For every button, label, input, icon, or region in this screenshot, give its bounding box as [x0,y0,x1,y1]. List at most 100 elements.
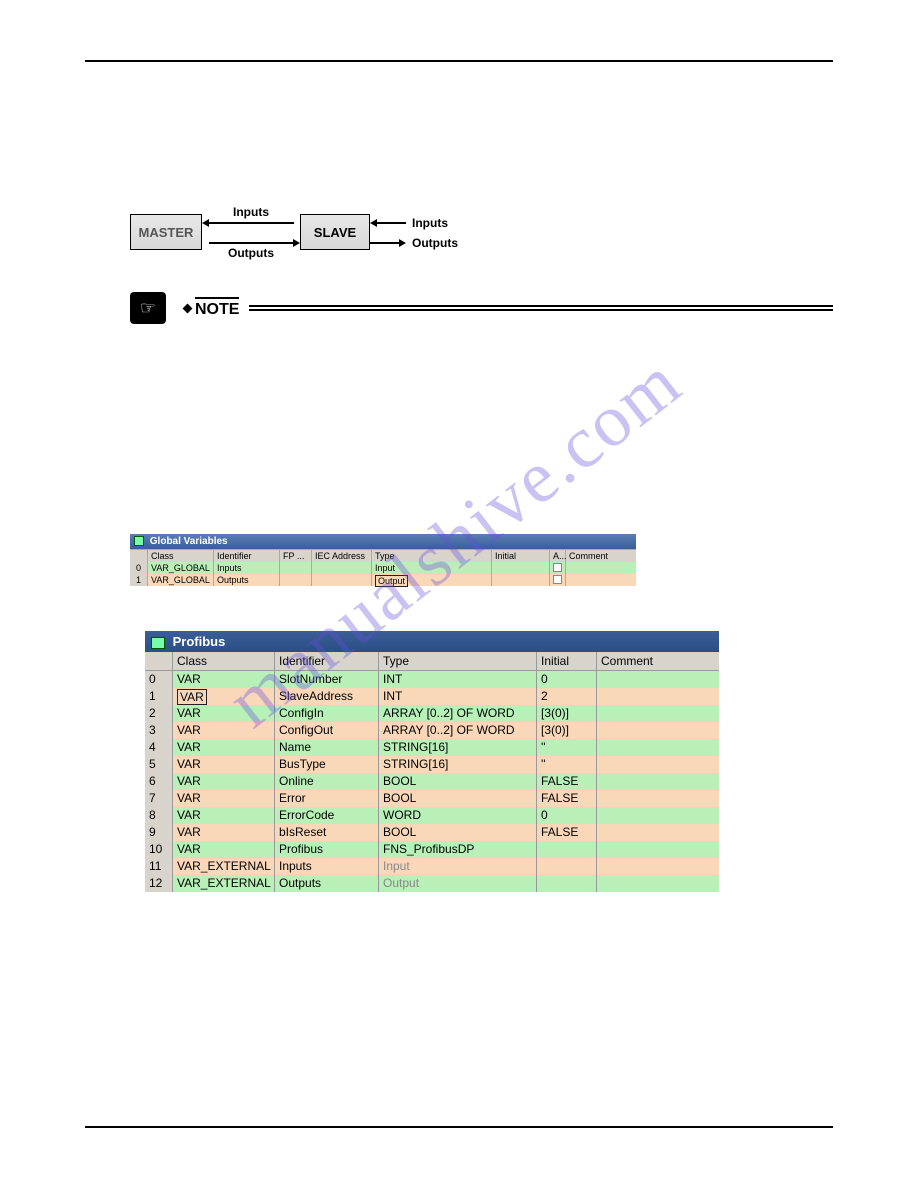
cell-identifier[interactable]: Inputs [214,562,280,574]
table-row[interactable]: 11VAR_EXTERNALInputsInput [145,858,719,875]
cell-comment[interactable] [597,739,719,756]
cell-comment[interactable] [597,756,719,773]
gv-header-class[interactable]: Class [148,550,214,562]
cell-type[interactable]: Input [372,562,492,574]
cell-class[interactable]: VAR [173,790,275,807]
table-row[interactable]: 7VARErrorBOOLFALSE [145,790,719,807]
cell-comment[interactable] [597,688,719,705]
checkbox-icon[interactable] [553,575,562,584]
cell-class[interactable]: VAR [173,739,275,756]
cell-class[interactable]: VAR [173,688,275,705]
cell-identifier[interactable]: ConfigIn [275,705,379,722]
table-row[interactable]: 3VARConfigOutARRAY [0..2] OF WORD[3(0)] [145,722,719,739]
cell-iec[interactable] [312,562,372,574]
cell-checkbox[interactable] [550,562,566,574]
cell-iec[interactable] [312,574,372,586]
table-row[interactable]: 0VARSlotNumberINT0 [145,671,719,688]
cell-type[interactable]: Input [379,858,537,875]
table-row[interactable]: 10VARProfibusFNS_ProfibusDP [145,841,719,858]
table-row[interactable]: 9VARbIsResetBOOLFALSE [145,824,719,841]
cell-class[interactable]: VAR [173,722,275,739]
table-row[interactable]: 8VARErrorCodeWORD0 [145,807,719,824]
cell-type[interactable]: BOOL [379,790,537,807]
gv-header-fp[interactable]: FP ... [280,550,312,562]
cell-identifier[interactable]: SlaveAddress [275,688,379,705]
cell-type[interactable]: BOOL [379,824,537,841]
cell-initial[interactable]: '' [537,739,597,756]
cell-class[interactable]: VAR_GLOBAL [148,562,214,574]
cell-initial[interactable] [537,841,597,858]
cell-type[interactable]: Output [372,574,492,586]
checkbox-icon[interactable] [553,563,562,572]
cell-identifier[interactable]: bIsReset [275,824,379,841]
table-row[interactable]: 1VARSlaveAddressINT2 [145,688,719,705]
cell-identifier[interactable]: SlotNumber [275,671,379,688]
table-row[interactable]: 5VARBusTypeSTRING[16]'' [145,756,719,773]
table-row[interactable]: 4VARNameSTRING[16]'' [145,739,719,756]
cell-comment[interactable] [597,671,719,688]
cell-class[interactable]: VAR [173,841,275,858]
cell-initial[interactable] [492,574,550,586]
cell-identifier[interactable]: Outputs [275,875,379,892]
cell-identifier[interactable]: ErrorCode [275,807,379,824]
cell-initial[interactable] [492,562,550,574]
cell-identifier[interactable]: Error [275,790,379,807]
cell-initial[interactable]: [3(0)] [537,722,597,739]
cell-initial[interactable]: 0 [537,671,597,688]
cell-type[interactable]: ARRAY [0..2] OF WORD [379,722,537,739]
cell-class[interactable]: VAR [173,756,275,773]
cell-class[interactable]: VAR_GLOBAL [148,574,214,586]
cell-initial[interactable]: [3(0)] [537,705,597,722]
pf-header-initial[interactable]: Initial [537,652,597,671]
cell-type[interactable]: BOOL [379,773,537,790]
cell-class[interactable]: VAR [173,705,275,722]
cell-comment[interactable] [597,858,719,875]
pf-header-class[interactable]: Class [173,652,275,671]
cell-comment[interactable] [566,574,636,586]
cell-class[interactable]: VAR_EXTERNAL [173,875,275,892]
cell-class[interactable]: VAR [173,773,275,790]
cell-initial[interactable]: FALSE [537,773,597,790]
cell-comment[interactable] [597,841,719,858]
table-row[interactable]: 6VAROnlineBOOLFALSE [145,773,719,790]
cell-fp[interactable] [280,562,312,574]
cell-comment[interactable] [597,790,719,807]
cell-comment[interactable] [566,562,636,574]
cell-identifier[interactable]: Online [275,773,379,790]
gv-header-initial[interactable]: Initial [492,550,550,562]
pf-header-identifier[interactable]: Identifier [275,652,379,671]
cell-identifier[interactable]: Inputs [275,858,379,875]
cell-initial[interactable]: 2 [537,688,597,705]
cell-class[interactable]: VAR_EXTERNAL [173,858,275,875]
cell-comment[interactable] [597,875,719,892]
cell-type[interactable]: INT [379,671,537,688]
cell-class[interactable]: VAR [173,671,275,688]
cell-type[interactable]: STRING[16] [379,756,537,773]
cell-type[interactable]: WORD [379,807,537,824]
cell-type[interactable]: ARRAY [0..2] OF WORD [379,705,537,722]
cell-comment[interactable] [597,824,719,841]
pf-header-comment[interactable]: Comment [597,652,719,671]
cell-identifier[interactable]: BusType [275,756,379,773]
cell-initial[interactable]: FALSE [537,824,597,841]
table-row[interactable]: 0VAR_GLOBALInputsInput [130,562,636,574]
cell-fp[interactable] [280,574,312,586]
gv-header-a[interactable]: A... [550,550,566,562]
cell-initial[interactable]: 0 [537,807,597,824]
cell-identifier[interactable]: Profibus [275,841,379,858]
gv-header-iec[interactable]: IEC Address [312,550,372,562]
cell-comment[interactable] [597,807,719,824]
cell-identifier[interactable]: Outputs [214,574,280,586]
cell-identifier[interactable]: Name [275,739,379,756]
gv-header-comment[interactable]: Comment [566,550,636,562]
cell-class[interactable]: VAR [173,807,275,824]
cell-comment[interactable] [597,773,719,790]
cell-comment[interactable] [597,705,719,722]
cell-type[interactable]: FNS_ProfibusDP [379,841,537,858]
table-row[interactable]: 12VAR_EXTERNALOutputsOutput [145,875,719,892]
gv-header-type[interactable]: Type [372,550,492,562]
cell-identifier[interactable]: ConfigOut [275,722,379,739]
pf-header-type[interactable]: Type [379,652,537,671]
cell-checkbox[interactable] [550,574,566,586]
cell-initial[interactable]: '' [537,756,597,773]
